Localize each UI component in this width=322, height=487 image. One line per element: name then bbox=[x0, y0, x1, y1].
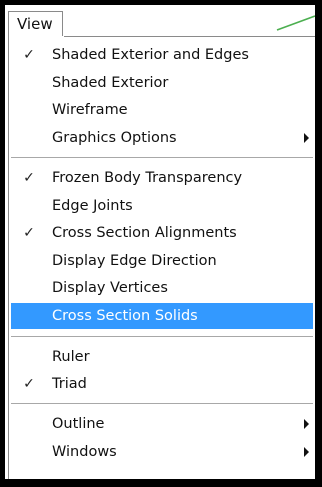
submenu-arrow-icon bbox=[304, 133, 309, 143]
menu-item-frozen-body-transparency[interactable]: ✓ Frozen Body Transparency bbox=[11, 165, 313, 191]
menu-item-windows[interactable]: Windows bbox=[11, 439, 313, 465]
decorative-line-icon bbox=[276, 15, 315, 31]
menu-item-label: Shaded Exterior and Edges bbox=[52, 47, 249, 63]
menu-item-label: Cross Section Alignments bbox=[52, 225, 237, 241]
menu-item-shaded-exterior[interactable]: Shaded Exterior bbox=[11, 70, 313, 96]
menu-item-cross-section-alignments[interactable]: ✓ Cross Section Alignments bbox=[11, 220, 313, 246]
menu-item-label: Wireframe bbox=[52, 102, 128, 118]
view-menu-tab[interactable]: View bbox=[8, 11, 63, 37]
submenu-arrow-icon bbox=[304, 419, 309, 429]
menu-item-label: Cross Section Solids bbox=[52, 308, 198, 324]
menu-item-shaded-exterior-and-edges[interactable]: ✓ Shaded Exterior and Edges bbox=[11, 42, 313, 68]
menu-separator bbox=[11, 157, 313, 158]
menu-item-display-edge-direction[interactable]: Display Edge Direction bbox=[11, 248, 313, 274]
menu-item-label: Edge Joints bbox=[52, 198, 133, 214]
view-dropdown-menu: ✓ Shaded Exterior and Edges Shaded Exter… bbox=[8, 36, 315, 479]
menu-item-label: Outline bbox=[52, 416, 105, 432]
menu-item-label: Graphics Options bbox=[52, 130, 177, 146]
menu-window: View ✓ Shaded Exterior and Edges Shaded … bbox=[5, 5, 315, 479]
checkmark-icon: ✓ bbox=[23, 170, 35, 186]
menu-item-label: Display Vertices bbox=[52, 280, 168, 296]
menu-item-triad[interactable]: ✓ Triad bbox=[11, 371, 313, 397]
menu-item-label: Frozen Body Transparency bbox=[52, 170, 243, 186]
menu-item-graphics-options[interactable]: Graphics Options bbox=[11, 125, 313, 151]
menu-item-wireframe[interactable]: Wireframe bbox=[11, 97, 313, 123]
menu-item-edge-joints[interactable]: Edge Joints bbox=[11, 193, 313, 219]
menu-separator bbox=[11, 403, 313, 404]
menu-item-label: Windows bbox=[52, 444, 117, 460]
menu-separator bbox=[11, 336, 313, 337]
submenu-arrow-icon bbox=[304, 447, 309, 457]
menu-item-label: Shaded Exterior bbox=[52, 75, 169, 91]
menu-item-outline[interactable]: Outline bbox=[11, 411, 313, 437]
checkmark-icon: ✓ bbox=[23, 47, 35, 63]
checkmark-icon: ✓ bbox=[23, 225, 35, 241]
menu-item-cross-section-solids[interactable]: Cross Section Solids bbox=[11, 303, 313, 329]
menu-item-label: Display Edge Direction bbox=[52, 253, 217, 269]
menu-item-label: Ruler bbox=[52, 349, 90, 365]
menu-item-ruler[interactable]: Ruler bbox=[11, 344, 313, 370]
checkmark-icon: ✓ bbox=[23, 376, 35, 392]
menu-item-label: Triad bbox=[52, 376, 87, 392]
menu-item-display-vertices[interactable]: Display Vertices bbox=[11, 275, 313, 301]
